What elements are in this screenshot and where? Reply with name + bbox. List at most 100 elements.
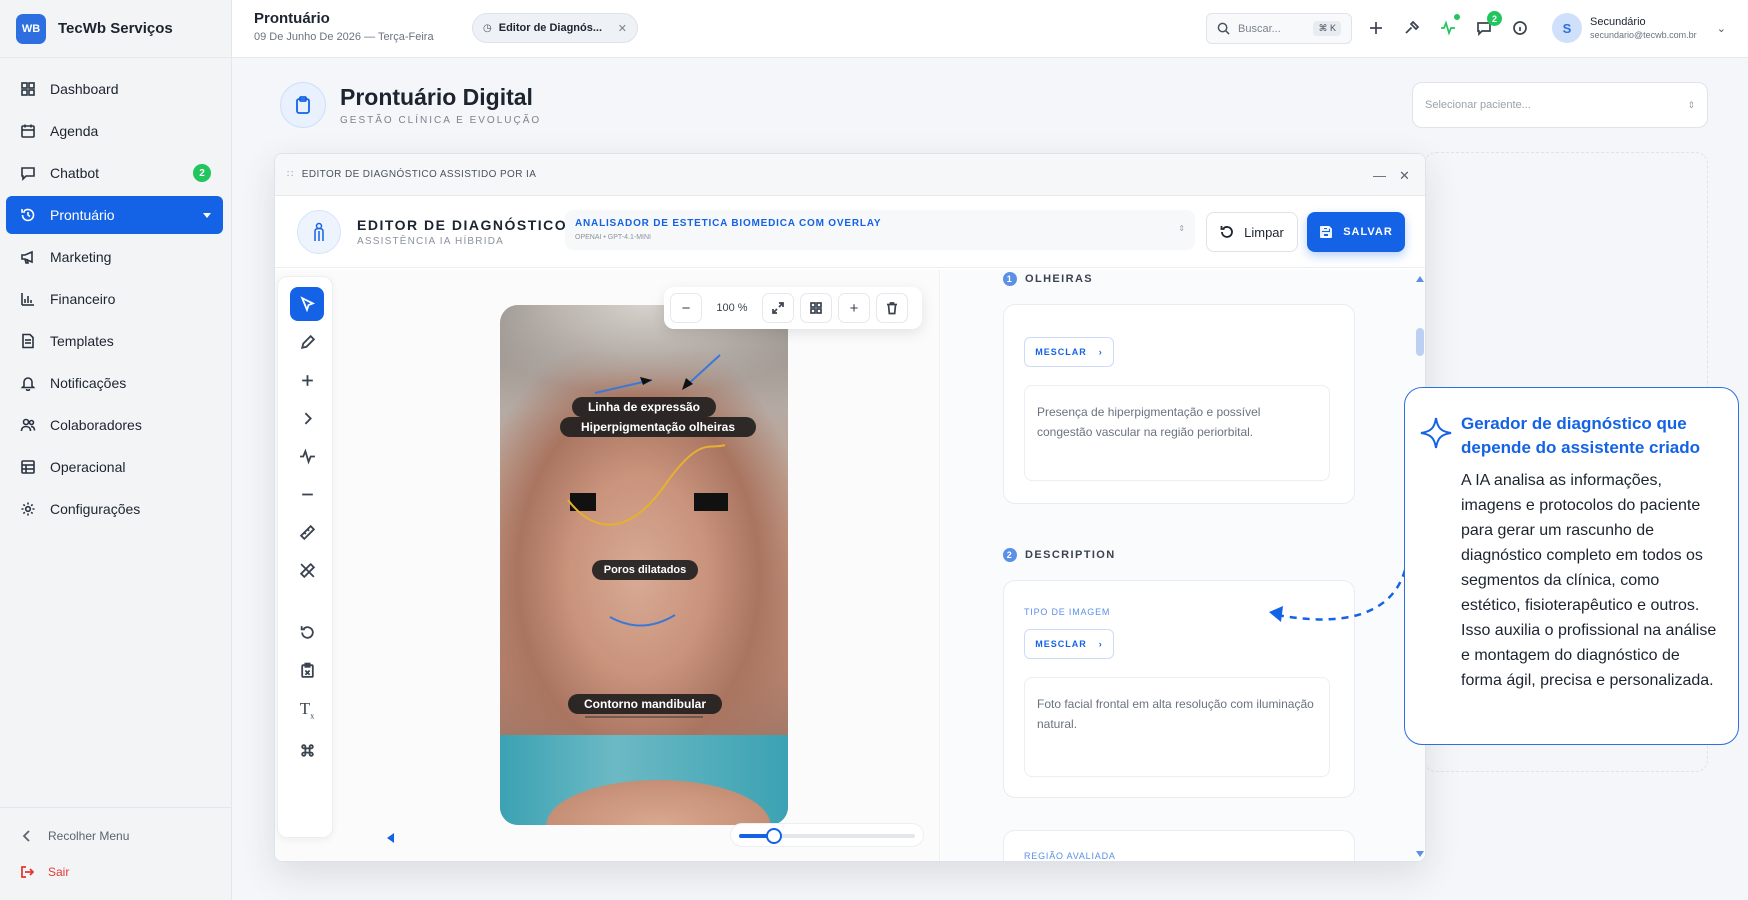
add-button[interactable] [1366, 18, 1386, 38]
messages-badge: 2 [1487, 11, 1502, 26]
logout-icon [21, 866, 34, 878]
search-input[interactable]: Buscar... ⌘ K [1206, 13, 1352, 44]
measure-tool-button[interactable] [290, 515, 324, 549]
callout-arrow-head [1269, 606, 1283, 622]
sidebar-item-label: Notificações [50, 375, 127, 391]
hammer-icon [1405, 20, 1420, 34]
description-textarea[interactable]: Foto facial frontal em alta resolução co… [1024, 677, 1330, 777]
scroll-down-icon[interactable] [1416, 851, 1424, 857]
grid-button[interactable] [800, 293, 832, 323]
sidebar-bottom: Recolher Menu Sair [0, 807, 232, 900]
clear-canvas-tool-button[interactable] [290, 653, 324, 687]
photo-label[interactable]: Linha de expressão [572, 397, 716, 417]
clear-label: Limpar [1244, 224, 1284, 240]
sidebar-item-chatbot[interactable]: Chatbot 2 [6, 154, 223, 192]
zoom-in-button[interactable]: + [838, 293, 870, 323]
fit-screen-button[interactable] [762, 293, 794, 323]
sidebar-item-operacional[interactable]: Operacional [6, 448, 223, 486]
brand[interactable]: WB TecWb Serviços [0, 0, 231, 58]
sidebar-item-label: Configurações [50, 501, 141, 517]
text-tool-button[interactable]: Tx [290, 693, 324, 727]
minimize-icon[interactable]: — [1373, 168, 1386, 183]
image-canvas-area: Tx Linha de expressão Hiperpigmentação o… [275, 270, 940, 861]
clear-button[interactable]: Limpar [1206, 212, 1298, 252]
chevron-down-icon[interactable] [203, 212, 211, 218]
page-header: Prontuário 09 De Junho De 2026 — Terça-F… [254, 10, 434, 43]
brand-name: TecWb Serviços [58, 20, 173, 37]
activity-button[interactable] [1438, 14, 1460, 38]
shortcuts-tool-button[interactable] [290, 733, 324, 767]
photo-label[interactable]: Contorno mandibular [568, 694, 722, 714]
sidebar-item-financeiro[interactable]: Financeiro [6, 280, 223, 318]
zoom-out-button[interactable]: − [670, 293, 702, 323]
document-icon [22, 333, 34, 349]
sidebar: WB TecWb Serviços Dashboard Agenda Chatb… [0, 0, 232, 900]
select-tool-button[interactable] [290, 287, 324, 321]
user-info: Secundário secundario@tecwb.com.br [1590, 16, 1697, 40]
save-button[interactable]: SALVAR [1307, 212, 1405, 252]
chevron-down-icon[interactable]: ⌄ [1717, 22, 1726, 35]
pencil-tool-button[interactable] [290, 325, 324, 359]
timeline-slider[interactable] [730, 823, 924, 847]
assistant-model-select[interactable]: ANALISADOR DE ESTETICA BIOMEDICA COM OVE… [565, 210, 1195, 250]
updown-icon: ⇕ [1687, 99, 1695, 110]
sidebar-item-configuracoes[interactable]: Configurações [6, 490, 223, 528]
refresh-icon [1220, 226, 1233, 238]
close-icon[interactable]: ✕ [618, 22, 627, 35]
measure-off-tool-button[interactable] [290, 553, 324, 587]
chatbot-badge: 2 [193, 164, 211, 182]
sidebar-item-marketing[interactable]: Marketing [6, 238, 223, 276]
patient-face-photo[interactable]: Linha de expressão Hiperpigmentação olhe… [500, 305, 788, 825]
drag-handle-icon[interactable]: ∷ [287, 169, 294, 180]
photo-label[interactable]: Hiperpigmentação olheiras [560, 417, 756, 437]
callout-arrow-path [1276, 569, 1407, 621]
scroll-thumb[interactable] [1416, 328, 1424, 356]
scroll-up-icon[interactable] [1416, 276, 1424, 282]
main-header: Prontuário Digital GESTÃO CLÍNICA E EVOL… [280, 82, 541, 128]
callout-title: Gerador de diagnóstico que depende do as… [1461, 414, 1701, 457]
sidebar-item-colaboradores[interactable]: Colaboradores [6, 406, 223, 444]
curve-tool-button[interactable] [290, 439, 324, 473]
olheiras-textarea[interactable]: Presença de hiperpigmentação e possível … [1024, 385, 1330, 481]
search-shortcut: ⌘ K [1313, 21, 1341, 36]
page-date: 09 De Junho De 2026 — Terça-Feira [254, 31, 434, 43]
info-button[interactable] [1510, 18, 1530, 38]
logout-label: Sair [48, 865, 70, 879]
line-tool-button[interactable] [290, 477, 324, 511]
sidebar-item-agenda[interactable]: Agenda [6, 112, 223, 150]
merge-button[interactable]: MESCLAR › [1024, 337, 1114, 367]
sidebar-item-dashboard[interactable]: Dashboard [6, 70, 223, 108]
sidebar-item-templates[interactable]: Templates [6, 322, 223, 360]
tab-editor-diagnostico[interactable]: ◷ Editor de Diagnós... ✕ [472, 13, 638, 43]
arrow-head [682, 378, 693, 390]
delete-button[interactable] [876, 293, 908, 323]
window-title: EDITOR DE DIAGNÓSTICO ASSISTIDO POR IA [301, 169, 537, 180]
patient-select[interactable]: Selecionar paciente... ⇕ [1412, 82, 1708, 128]
sidebar-item-notificacoes[interactable]: Notificações [6, 364, 223, 402]
slider-knob[interactable] [766, 828, 783, 844]
avatar: S [1552, 13, 1582, 43]
tools-button[interactable] [1402, 18, 1422, 38]
messages-button[interactable]: 2 [1474, 11, 1502, 38]
history-icon [21, 208, 35, 222]
arrow-tool-button[interactable] [290, 401, 324, 435]
collapse-menu-label: Recolher Menu [48, 829, 130, 843]
plus-icon [301, 374, 313, 386]
close-icon[interactable]: ✕ [1399, 168, 1410, 184]
user-email: secundario@tecwb.com.br [1590, 30, 1697, 40]
user-menu[interactable]: S Secundário secundario@tecwb.com.br ⌄ [1552, 13, 1726, 43]
diagnosis-editor-window: ∷ EDITOR DE DIAGNÓSTICO ASSISTIDO POR IA… [274, 153, 1426, 862]
photo-label[interactable]: Poros dilatados [592, 560, 698, 580]
collapse-menu-button[interactable]: Recolher Menu [0, 818, 232, 854]
section-title: DESCRIPTION [1025, 549, 1116, 561]
window-titlebar[interactable]: ∷ EDITOR DE DIAGNÓSTICO ASSISTIDO POR IA [275, 154, 1425, 196]
undo-tool-button[interactable] [290, 615, 324, 649]
sidebar-item-prontuario[interactable]: Prontuário [6, 196, 223, 234]
logout-button[interactable]: Sair [0, 854, 232, 890]
sidebar-item-label: Prontuário [50, 207, 115, 223]
add-point-tool-button[interactable] [290, 363, 324, 397]
merge-button[interactable]: MESCLAR › [1024, 629, 1114, 659]
section-card-regiao: REGIÃO AVALIADA [1003, 830, 1355, 861]
timeline-play-icon[interactable] [387, 833, 394, 843]
main-title: Prontuário Digital [340, 84, 533, 110]
